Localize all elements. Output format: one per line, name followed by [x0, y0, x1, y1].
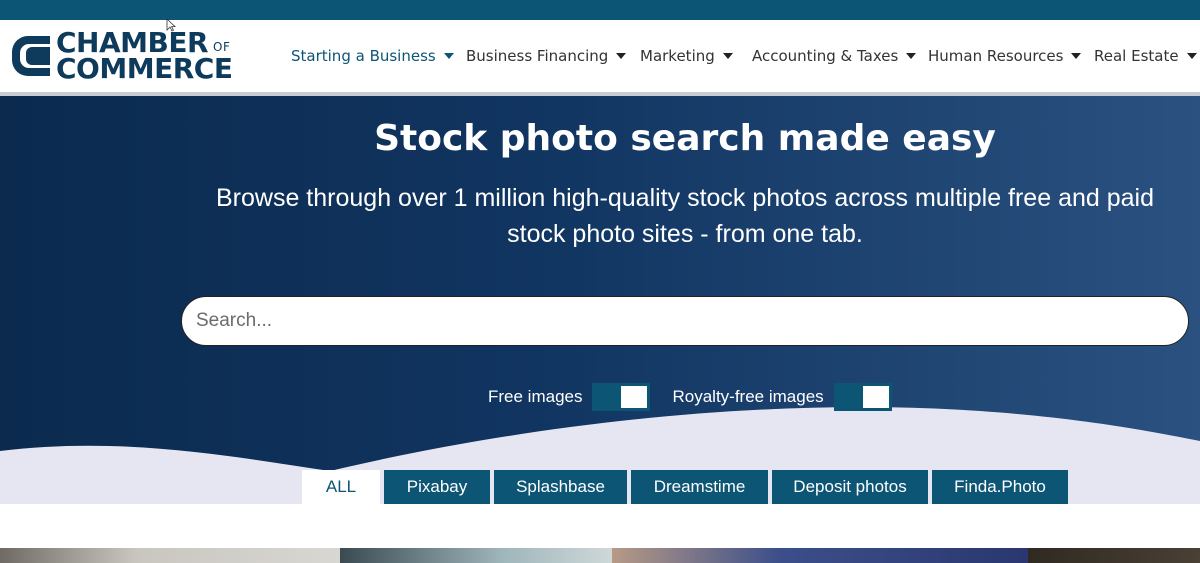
nav-label: Marketing: [640, 47, 715, 65]
tab-pixabay[interactable]: Pixabay: [384, 470, 490, 504]
caret-down-icon: [722, 53, 733, 59]
photo-results-grid: [0, 548, 1200, 563]
source-tabs: ALL Pixabay Splashbase Dreamstime Deposi…: [302, 470, 1072, 504]
tab-finda-photo[interactable]: Finda.Photo: [932, 470, 1068, 504]
logo-of-text: OF: [213, 40, 231, 54]
nav-real-estate[interactable]: Real Estate: [1094, 44, 1200, 68]
mouse-pointer-icon: [166, 18, 176, 32]
free-images-label: Free images: [488, 387, 583, 406]
logo-wordmark: CHAMBER COMMERCE: [56, 29, 233, 85]
image-type-filters: Free images Royalty-free images: [488, 383, 892, 411]
result-photo[interactable]: [340, 548, 612, 563]
caret-down-icon: [906, 53, 917, 59]
chamber-of-commerce-logo[interactable]: CHAMBER COMMERCE OF: [10, 29, 240, 85]
result-photo[interactable]: [1028, 548, 1200, 563]
main-navigation: Starting a Business Business Financing M…: [291, 44, 1200, 68]
tab-dreamstime[interactable]: Dreamstime: [631, 470, 768, 504]
free-images-toggle[interactable]: [592, 383, 651, 411]
nav-label: Human Resources: [928, 47, 1064, 65]
nav-label: Real Estate: [1094, 47, 1179, 65]
top-accent-bar: [0, 0, 1200, 20]
nav-accounting-taxes[interactable]: Accounting & Taxes: [752, 44, 928, 68]
result-photo[interactable]: [612, 548, 1028, 563]
caret-down-icon: [1071, 53, 1082, 59]
royalty-free-images-toggle[interactable]: [833, 383, 892, 411]
hero-subtitle: Browse through over 1 million high-quali…: [216, 184, 1154, 248]
tab-splashbase[interactable]: Splashbase: [494, 470, 627, 504]
hero-title: Stock photo search made easy: [374, 118, 996, 159]
tab-all[interactable]: ALL: [302, 470, 380, 504]
nav-starting-a-business[interactable]: Starting a Business: [291, 44, 466, 68]
royalty-free-images-label: Royalty-free images: [672, 387, 824, 406]
nav-marketing[interactable]: Marketing: [640, 44, 752, 68]
nav-label: Accounting & Taxes: [752, 47, 899, 65]
search-input[interactable]: [181, 296, 1189, 346]
tab-deposit-photos[interactable]: Deposit photos: [772, 470, 928, 504]
toggle-knob: [621, 386, 648, 408]
nav-label: Business Financing: [466, 47, 609, 65]
nav-label: Starting a Business: [291, 47, 436, 65]
nav-business-financing[interactable]: Business Financing: [466, 44, 640, 68]
caret-down-icon: [1186, 53, 1197, 59]
logo-line-2: COMMERCE: [56, 52, 233, 85]
caret-down-icon: [443, 53, 454, 59]
result-photo[interactable]: [0, 548, 340, 563]
toggle-knob: [862, 386, 889, 408]
caret-down-icon: [616, 53, 627, 59]
chamber-logo-mark-icon: [12, 36, 50, 76]
nav-human-resources[interactable]: Human Resources: [928, 44, 1094, 68]
